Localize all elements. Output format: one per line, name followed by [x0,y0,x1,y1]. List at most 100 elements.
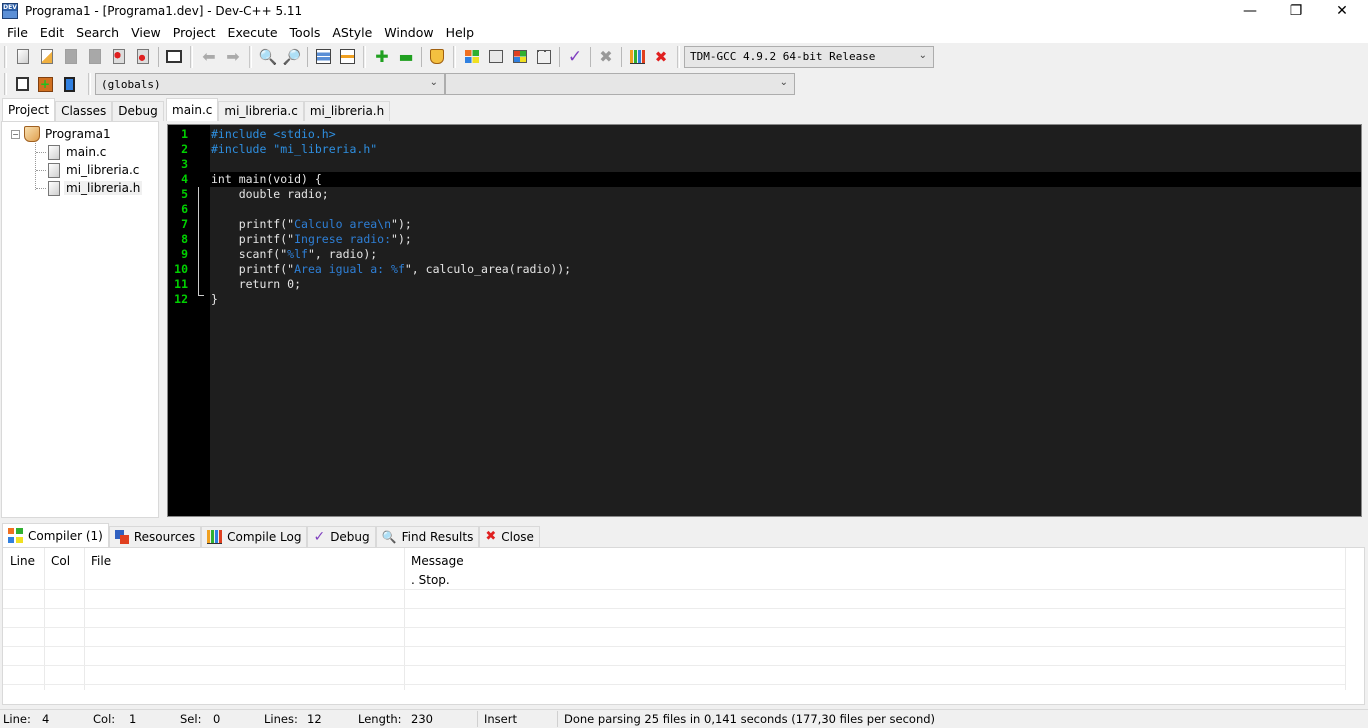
compile-button[interactable] [461,46,483,68]
replace-button[interactable]: 🔎 [281,46,303,68]
tab-compiler[interactable]: Compiler (1) [2,523,109,547]
rebuild-button[interactable] [533,46,555,68]
toolbar-grip[interactable] [4,73,7,95]
toolbar-grip[interactable] [363,45,366,68]
goto-button[interactable] [11,73,33,95]
toolbar-grip[interactable] [677,45,680,68]
file-icon [48,180,60,196]
indent-button[interactable] [312,46,334,68]
code-line[interactable]: 8 printf("Ingrese radio:"); [168,232,1361,247]
run-button[interactable] [485,46,507,68]
remove-from-project-button[interactable]: ▬ [395,46,417,68]
menu-execute[interactable]: Execute [222,22,284,43]
toolbar-grip[interactable] [190,45,193,68]
scope-select[interactable]: (globals) ⌄ [95,73,445,95]
menu-search[interactable]: Search [70,22,125,43]
menu-project[interactable]: Project [167,22,222,43]
insert-button[interactable]: + [34,73,56,95]
close-all-icon [137,49,149,64]
project-options-icon [430,49,444,64]
editor-tab-mi-libreria-c[interactable]: mi_libreria.c [218,101,304,121]
find-icon: 🔍 [258,47,278,66]
column-header-col[interactable]: Col [51,554,70,568]
menu-help[interactable]: Help [440,22,481,43]
collapse-icon[interactable]: − [11,129,20,139]
editor-tab-mi-libreria-h[interactable]: mi_libreria.h [303,101,391,121]
code-text: int main(void) { [211,172,322,186]
menu-file[interactable]: File [0,22,34,43]
save-all-button[interactable] [84,46,106,68]
column-header-line[interactable]: Line [10,554,35,568]
syntax-check-button[interactable]: ✓ [564,46,586,68]
tab-project[interactable]: Project [2,98,56,121]
code-line[interactable]: 11 return 0; [168,277,1361,292]
code-line[interactable]: 12} [168,292,1361,307]
code-line[interactable]: 6 [168,202,1361,217]
tree-file-node[interactable]: mi_libreria.c [36,161,139,179]
code-line[interactable]: 3 [168,157,1361,172]
status-sel-label: Sel: [180,712,202,726]
code-line[interactable]: 1 #include <stdio.h> [168,127,1361,142]
toggle-bookmark-button[interactable] [58,73,80,95]
find-button[interactable]: 🔍 [257,46,279,68]
open-project-button[interactable] [36,46,58,68]
code-line[interactable]: 2 #include "mi_libreria.h" [168,142,1361,157]
save-button[interactable] [60,46,82,68]
toolbar-grip[interactable] [453,45,456,68]
status-col-value: 1 [129,712,137,726]
toolbar-grip[interactable] [4,45,7,68]
profile-button[interactable] [626,46,648,68]
line-number: 12 [174,292,188,306]
compiler-icon [8,528,23,543]
compile-run-button[interactable] [509,46,531,68]
compile-run-icon [513,50,527,63]
tree-file-node[interactable]: main.c [36,143,106,161]
code-line[interactable]: 9 scanf("%lf", radio); [168,247,1361,262]
menu-view[interactable]: View [125,22,167,43]
compiler-select[interactable]: TDM-GCC 4.9.2 64-bit Release ⌄ [684,45,934,68]
print-button[interactable] [163,46,185,68]
menu-astyle[interactable]: AStyle [326,22,378,43]
unindent-button[interactable] [336,46,358,68]
new-file-button[interactable] [12,46,34,68]
menu-edit[interactable]: Edit [34,22,70,43]
code-text: #include "mi_libreria.h" [211,142,378,156]
code-line[interactable]: 4 int main(void) { [168,172,1361,187]
close-all-button[interactable] [132,46,154,68]
tab-classes[interactable]: Classes [55,101,113,121]
toolbar-separator [559,46,560,67]
close-button[interactable]: ✕ [1319,0,1365,22]
tree-file-node-selected[interactable]: mi_libreria.h [36,179,143,197]
code-line[interactable]: 5 double radio; [168,187,1361,202]
column-header-message[interactable]: Message [411,554,464,568]
function-select[interactable]: ⌄ [445,73,795,95]
code-editor[interactable]: − 1#include <stdio.h>2#include "mi_libre… [167,124,1362,517]
project-options-button[interactable] [426,46,448,68]
tab-find-results[interactable]: 🔍 Find Results [375,526,480,547]
toolbar-grip[interactable] [88,73,91,95]
tree-project-node[interactable]: − Programa1 [11,125,111,143]
code-line[interactable]: 7 printf("Calculo area\n"); [168,217,1361,232]
add-to-project-button[interactable]: ✚ [371,46,393,68]
undo-button[interactable]: ⬅ [198,46,220,68]
tab-debug-left[interactable]: Debug [112,101,164,121]
tab-close[interactable]: ✖ Close [479,526,540,547]
tab-resources[interactable]: Resources [108,526,202,547]
toolbar-grip[interactable] [249,45,252,68]
close-file-button[interactable] [108,46,130,68]
delete-profile-button[interactable]: ✖ [650,46,672,68]
table-row[interactable]: . Stop. [3,571,1345,590]
stop-execution-button[interactable]: ✖ [595,46,617,68]
column-header-file[interactable]: File [91,554,111,568]
menu-tools[interactable]: Tools [284,22,327,43]
restore-button[interactable]: ❐ [1273,0,1319,22]
file-name: mi_libreria.c [66,163,140,177]
tab-debug[interactable]: ✓ Debug [307,526,376,547]
code-line[interactable]: 10 printf("Area igual a: %f", calculo_ar… [168,262,1361,277]
menu-window[interactable]: Window [378,22,439,43]
editor-tab-main-c[interactable]: main.c [166,98,219,121]
redo-button[interactable]: ➡ [222,46,244,68]
restore-icon: ❐ [1289,3,1303,19]
tab-compile-log[interactable]: Compile Log [201,526,308,547]
minimize-button[interactable]: — [1227,0,1273,22]
